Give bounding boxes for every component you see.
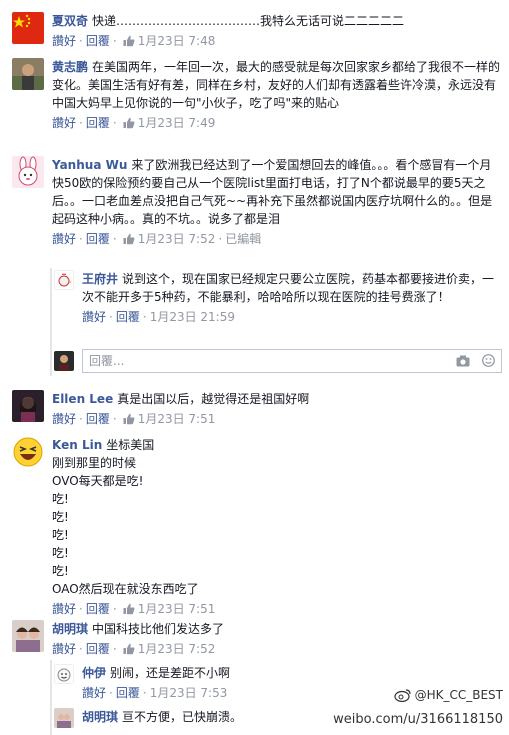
commenter-name[interactable]: 胡明琪 — [52, 622, 88, 636]
reply-text: 别闹，还是差距不小啊 — [110, 666, 231, 680]
like-link[interactable]: 讚好 — [52, 232, 76, 246]
reply-link[interactable]: 回覆 — [86, 642, 110, 656]
timestamp[interactable]: 1月23日 7:49 — [138, 116, 216, 130]
like-thumb-icon[interactable] — [123, 116, 135, 129]
comment-actions: 讚好 · 回覆 · 1月23日 7:52 — [52, 642, 216, 656]
reply-input[interactable]: 回覆... — [82, 349, 502, 373]
like-link[interactable]: 讚好 — [52, 34, 76, 48]
comment-text: 在美国两年，一年回一次，最大的感受就是每次回家家乡都给了我很不一样的变化。美国生… — [52, 60, 501, 110]
avatar-photo[interactable] — [12, 58, 44, 90]
avatar-self — [54, 351, 74, 371]
like-link[interactable]: 讚好 — [52, 602, 76, 616]
like-link[interactable]: 讚好 — [52, 642, 76, 656]
timestamp[interactable]: 1月23日 21:59 — [150, 310, 235, 324]
like-thumb-icon[interactable] — [123, 34, 135, 47]
comment-line: 吃! — [52, 546, 69, 560]
comment-text: 真是出国以后，越觉得还是祖国好啊 — [117, 392, 310, 406]
comment-line: OVO每天都是吃! — [52, 474, 144, 488]
avatar-rooster[interactable] — [54, 270, 74, 290]
reply-link[interactable]: 回覆 — [116, 310, 140, 324]
comment-text: 快递………………………………我特么无话可说二二二二二 — [92, 14, 405, 28]
camera-icon[interactable] — [456, 355, 470, 371]
timestamp[interactable]: 1月23日 7:48 — [138, 34, 216, 48]
timestamp[interactable]: 1月23日 7:52 — [138, 642, 216, 656]
commenter-name[interactable]: Ellen Lee — [52, 392, 113, 406]
comment-actions: 讚好 · 回覆 · 1月23日 7:51 — [52, 602, 216, 616]
comment-actions: 讚好 · 回覆 · 1月23日 7:52 · 已編輯 — [52, 232, 262, 246]
reply-link[interactable]: 回覆 — [86, 602, 110, 616]
like-thumb-icon[interactable] — [123, 642, 135, 655]
emoji-icon[interactable] — [482, 354, 495, 371]
like-link[interactable]: 讚好 — [82, 310, 106, 324]
comment-line: 刚到那里的时候 — [52, 456, 137, 470]
reply-actions: 讚好 · 回覆 · 1月23日 21:59 — [82, 310, 235, 324]
reply-thread-line — [50, 268, 52, 376]
like-link[interactable]: 讚好 — [52, 412, 76, 426]
comment-line: 吃! — [52, 564, 69, 578]
avatar-cartoon[interactable] — [54, 664, 74, 684]
replier-name[interactable]: 胡明琪 — [82, 710, 118, 724]
comment-line: 吃! — [52, 528, 69, 542]
avatar-china-flag[interactable] — [12, 12, 44, 44]
like-thumb-icon[interactable] — [123, 602, 135, 615]
comment: Ellen Lee 真是出国以后，越觉得还是祖国好啊 讚好 · 回覆 · 1月23日 7:… — [12, 390, 502, 430]
like-thumb-icon[interactable] — [123, 412, 135, 425]
comment-actions: 讚好 · 回覆 · 1月23日 7:51 — [52, 412, 216, 426]
commenter-name[interactable]: 夏双奇 — [52, 14, 88, 28]
comment: 黄志鹏 在美国两年，一年回一次，最大的感受就是每次回家家乡都给了我很不一样的变化。… — [12, 58, 502, 148]
timestamp[interactable]: 1月23日 7:51 — [138, 602, 216, 616]
comment-line: 吃! — [52, 492, 69, 506]
edited-link[interactable]: 已編輯 — [225, 232, 261, 246]
commenter-name[interactable]: Ken Lin — [52, 438, 102, 452]
avatar-laughing-emoji[interactable] — [12, 436, 44, 468]
comment-actions: 讚好 · 回覆 · 1月23日 7:49 — [52, 116, 216, 130]
commenter-name[interactable]: 黄志鹏 — [52, 60, 88, 74]
timestamp[interactable]: 1月23日 7:51 — [138, 412, 216, 426]
timestamp[interactable]: 1月23日 7:52 — [138, 232, 216, 246]
comment: 胡明琪 中国科技比他们发达多了 讚好 · 回覆 · 1月23日 7:52 — [12, 620, 502, 660]
watermark-handle: @HK_CC_BEST — [414, 688, 503, 702]
comment-line: 吃! — [52, 510, 69, 524]
like-link[interactable]: 讚好 — [82, 686, 106, 700]
reply-link[interactable]: 回覆 — [86, 34, 110, 48]
commenter-name[interactable]: Yanhua Wu — [52, 158, 127, 172]
like-thumb-icon[interactable] — [123, 232, 135, 245]
weibo-logo-icon — [393, 688, 412, 705]
reply: 王府井 说到这个，现在国家已经规定只要公立医院，药基本都要接进价卖，一次不能开多于… — [54, 270, 502, 340]
comment-text: 中国科技比他们发达多了 — [92, 622, 225, 636]
avatar-photo[interactable] — [54, 708, 74, 728]
replier-name[interactable]: 仲伊 — [82, 666, 106, 680]
comment-text: 坐标美国 — [106, 438, 155, 452]
reply-link[interactable]: 回覆 — [86, 116, 110, 130]
reply-input-placeholder: 回覆... — [89, 354, 125, 368]
like-link[interactable]: 讚好 — [52, 116, 76, 130]
replier-name[interactable]: 王府井 — [82, 272, 118, 286]
avatar-photo[interactable] — [12, 620, 44, 652]
reply-text: 亘不方便，已快崩溃。 — [122, 710, 243, 724]
timestamp[interactable]: 1月23日 7:53 — [150, 686, 228, 700]
weibo-watermark: @HK_CC_BEST — [393, 688, 503, 705]
reply-link[interactable]: 回覆 — [86, 232, 110, 246]
reply-thread-line — [50, 660, 52, 735]
comment: 夏双奇 快递………………………………我特么无话可说二二二二二 讚好 · 回覆 · 1月23… — [12, 12, 502, 52]
comment: Yanhua Wu 来了欧洲我已经达到了一个爱国想回去的峰值。。。看个感冒有一个月… — [12, 156, 502, 266]
reply-composer: 回覆... — [54, 349, 502, 373]
comment-actions: 讚好 · 回覆 · 1月23日 7:48 — [52, 34, 216, 48]
reply-link[interactable]: 回覆 — [116, 686, 140, 700]
avatar-cartoon-rabbit[interactable] — [12, 156, 44, 188]
weibo-watermark-url: weibo.com/u/3166118150 — [333, 712, 503, 727]
comment-line: OAO然后现在就没东西吃了 — [52, 582, 199, 596]
reply-link[interactable]: 回覆 — [86, 412, 110, 426]
avatar-photo[interactable] — [12, 390, 44, 422]
reply-text: 说到这个，现在国家已经规定只要公立医院，药基本都要接进价卖，一次不能开多于5种药… — [82, 272, 495, 304]
comment: Ken Lin 坐标美国 刚到那里的时候 OVO每天都是吃! 吃! 吃! 吃! 吃… — [12, 436, 502, 616]
